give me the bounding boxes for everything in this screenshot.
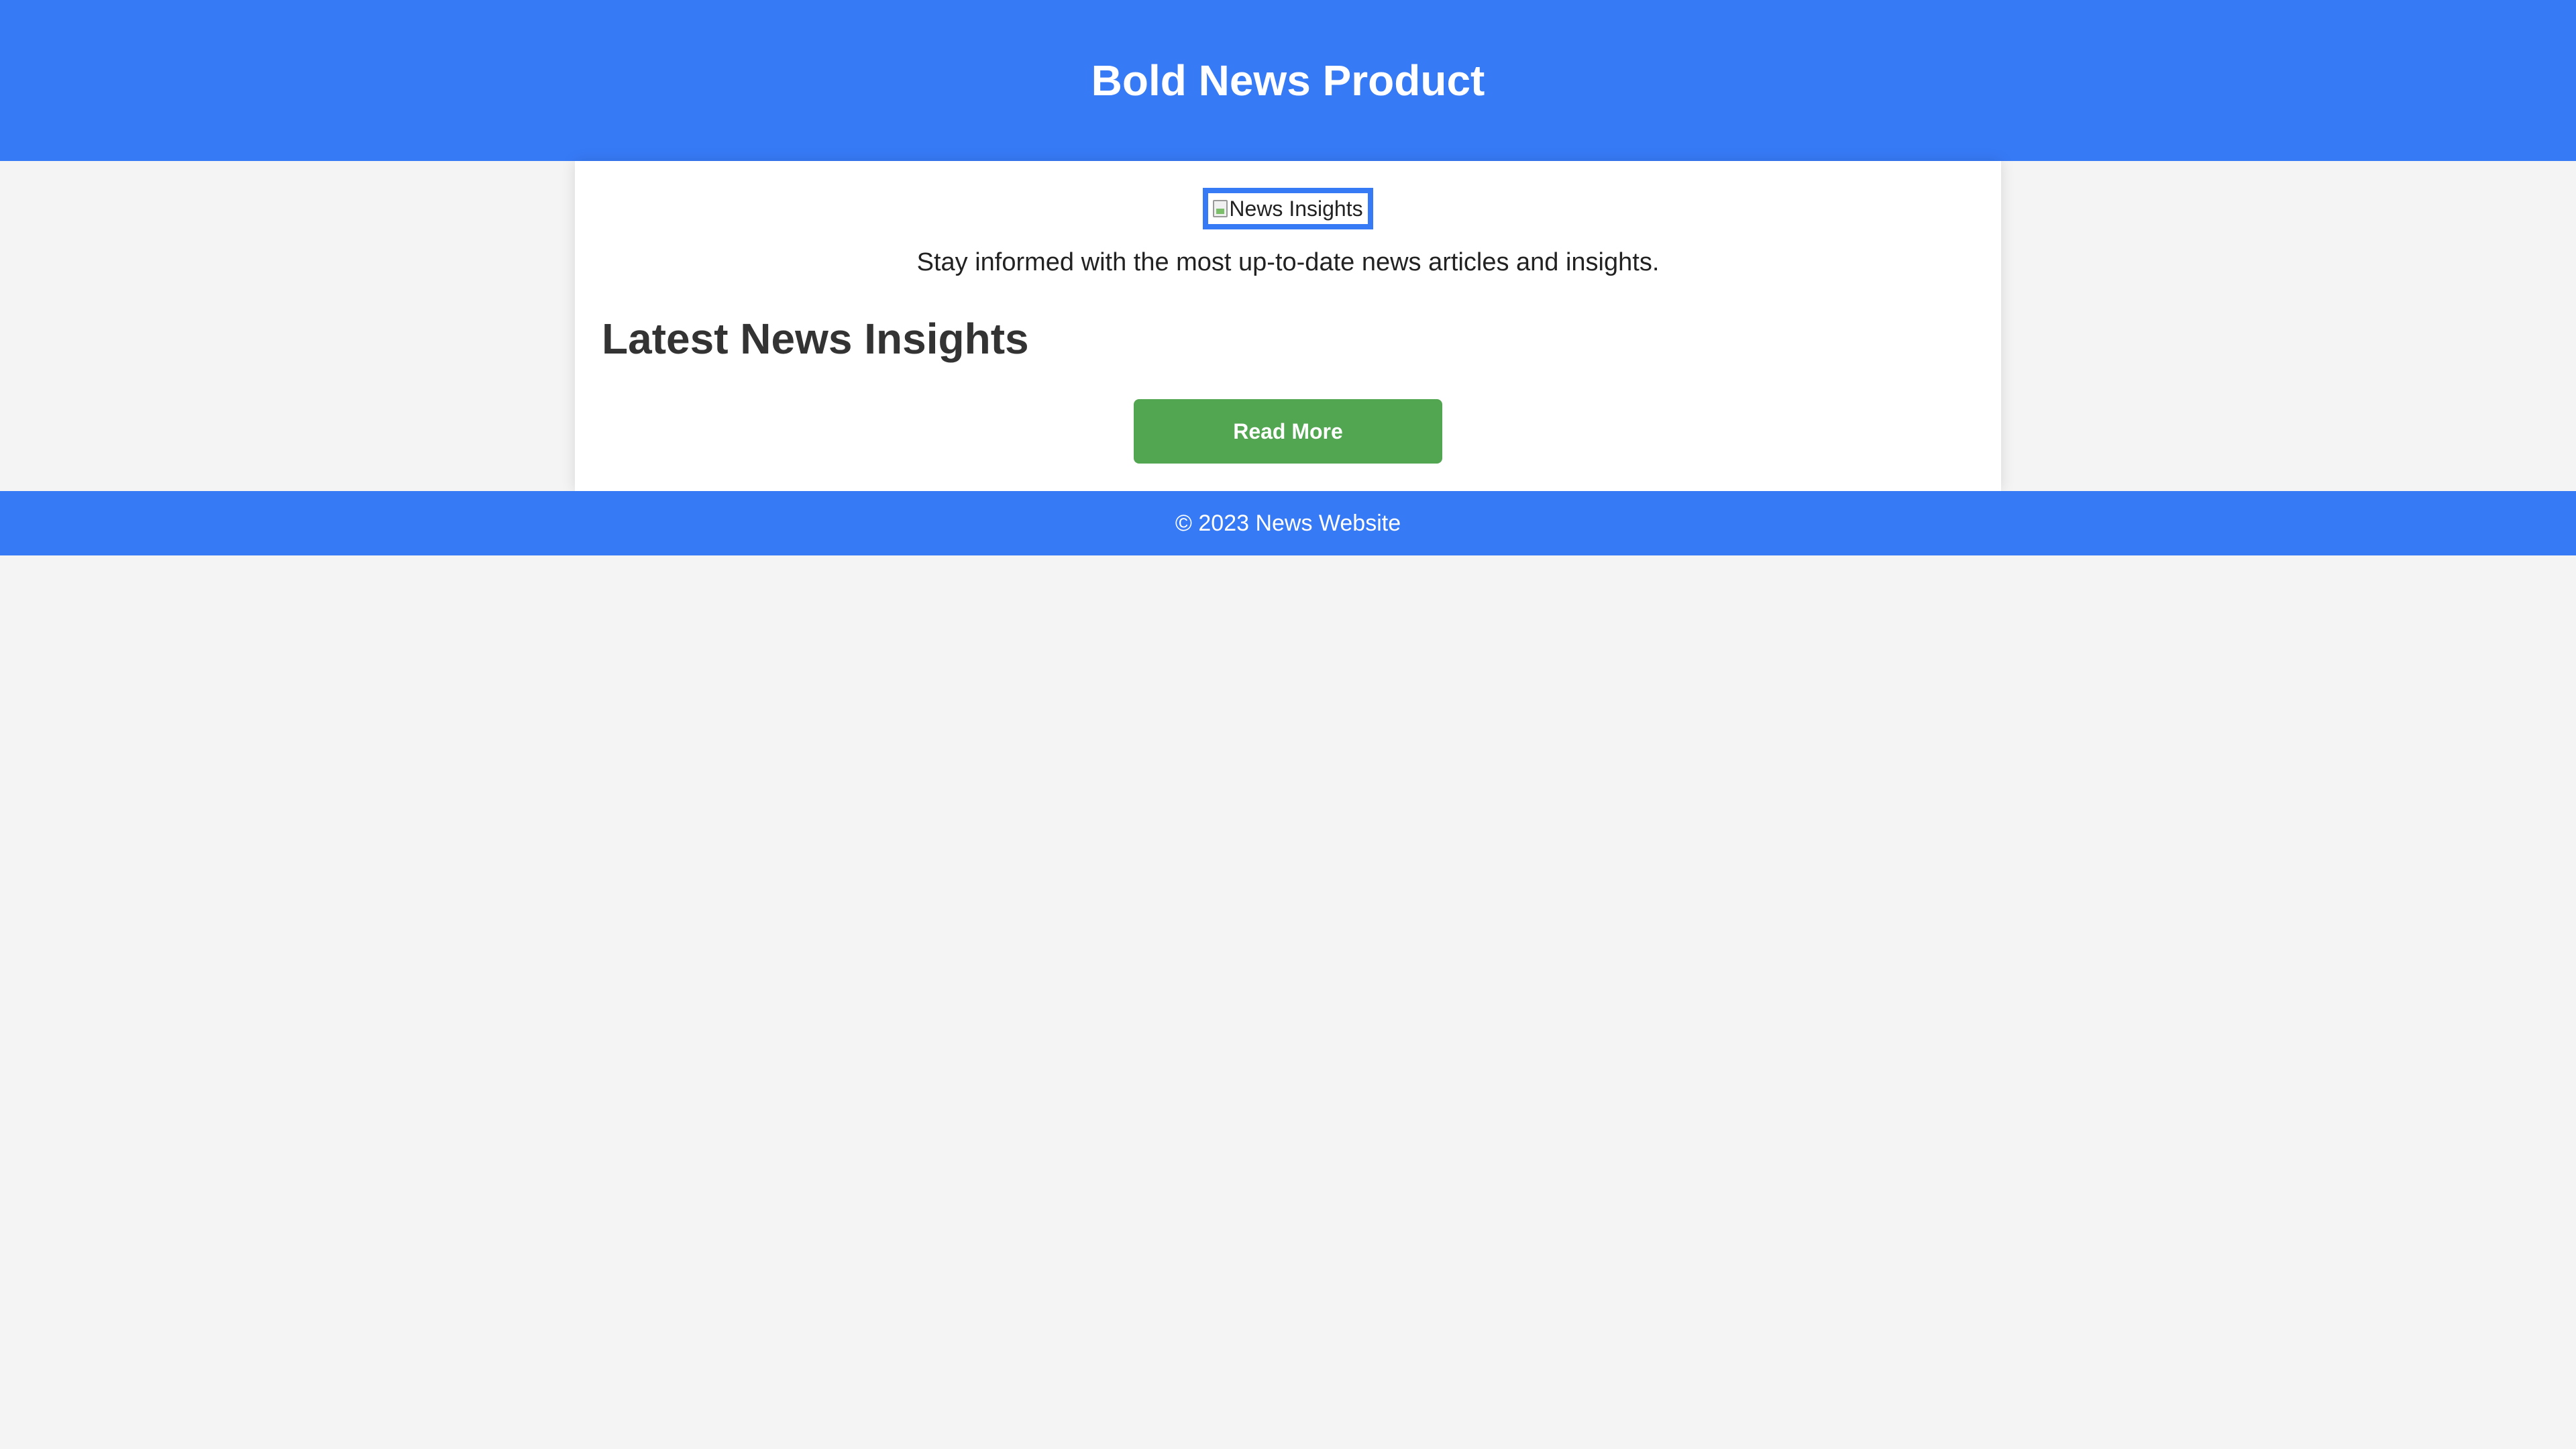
image-alt-text: News Insights	[1213, 196, 1363, 221]
image-alt-label: News Insights	[1229, 196, 1363, 221]
footer-copyright: © 2023 News Website	[1175, 510, 1401, 536]
intro-text: Stay informed with the most up-to-date n…	[916, 248, 1660, 276]
site-title: Bold News Product	[1091, 56, 1485, 105]
news-insights-image: News Insights	[1203, 188, 1373, 229]
main-content-card: News Insights Stay informed with the mos…	[575, 161, 2001, 491]
site-footer: © 2023 News Website	[0, 491, 2576, 555]
section-title: Latest News Insights	[602, 315, 1029, 363]
read-more-button[interactable]: Read More	[1134, 399, 1442, 464]
broken-image-icon	[1213, 200, 1228, 217]
site-header: Bold News Product	[0, 0, 2576, 161]
